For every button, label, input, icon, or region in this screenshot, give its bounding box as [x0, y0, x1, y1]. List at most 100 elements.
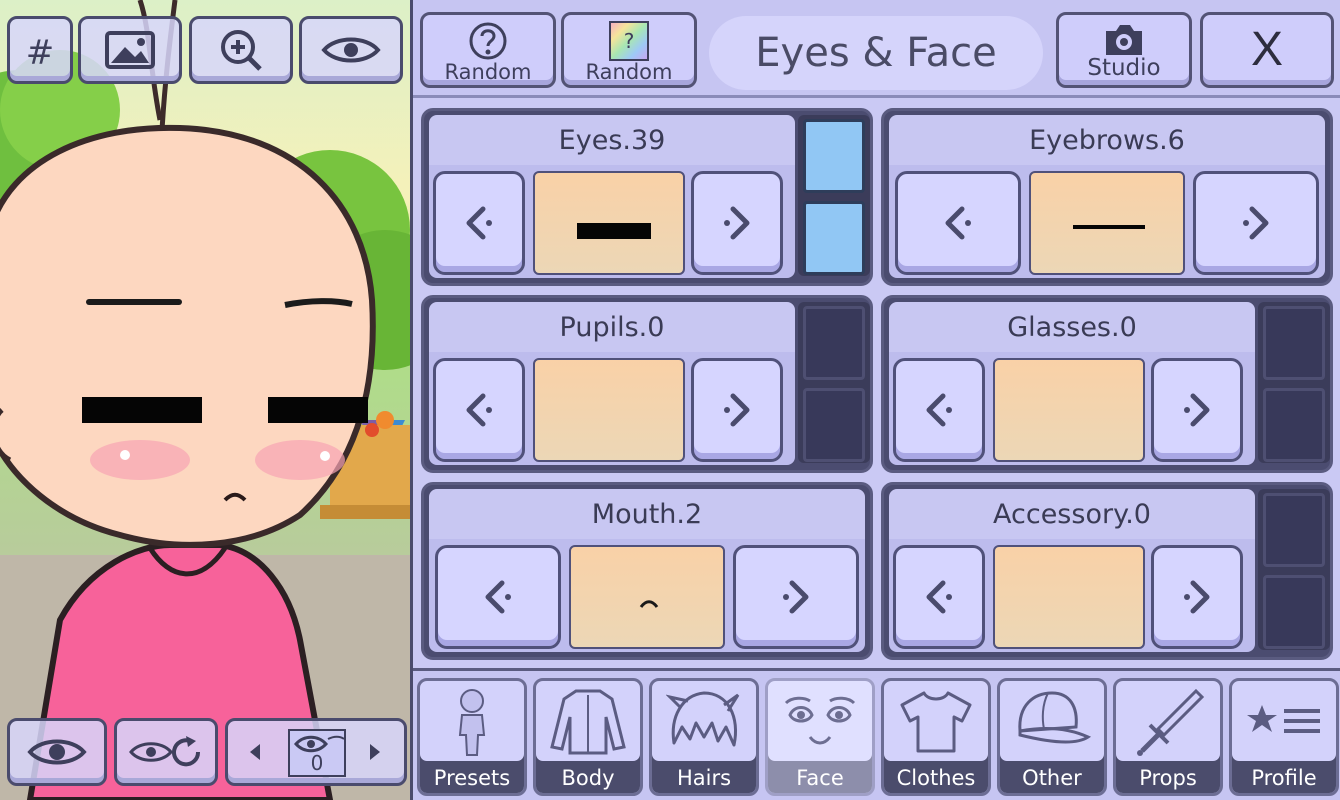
eyebrows-title: Eyebrows.6: [889, 115, 1325, 165]
mouth-preview-shape: [639, 600, 659, 608]
accessory-prev-button[interactable]: [893, 545, 985, 649]
chevron-left-icon: [926, 393, 952, 427]
background-button[interactable]: [78, 16, 182, 84]
chevron-right-icon: [724, 393, 750, 427]
zoom-button[interactable]: [189, 16, 293, 84]
mouth-prev-button[interactable]: [435, 545, 561, 649]
glasses-prev-button[interactable]: [893, 358, 985, 462]
question-icon: [469, 22, 507, 60]
mouth-next-button[interactable]: [733, 545, 859, 649]
character-figure: [0, 0, 376, 800]
tab-other[interactable]: Other: [997, 678, 1107, 796]
close-icon: X: [1250, 23, 1283, 76]
random-color-label: Random: [585, 60, 673, 84]
eyebrows-card: Eyebrows.6: [881, 108, 1333, 286]
star-list-icon: [1247, 705, 1320, 733]
accessory-color-1[interactable]: [1263, 493, 1325, 567]
pupils-card: Pupils.0: [421, 295, 873, 473]
eyebrows-preview[interactable]: [1029, 171, 1185, 275]
cap-icon: [1018, 691, 1092, 744]
accessory-color-2[interactable]: [1263, 575, 1325, 649]
tab-clothes[interactable]: Clothes: [881, 678, 991, 796]
studio-button[interactable]: Studio: [1056, 12, 1192, 88]
chevron-left-icon: [466, 393, 492, 427]
chevron-right-icon: [1184, 580, 1210, 614]
prev-pose-icon[interactable]: [248, 742, 262, 762]
tshirt-icon: [900, 691, 972, 753]
pose-number: 0: [310, 751, 324, 775]
tab-hairs[interactable]: Hairs: [649, 678, 759, 796]
random-button[interactable]: Random: [420, 12, 556, 88]
eye-icon: [321, 37, 381, 63]
eyes-title: Eyes.39: [429, 115, 795, 165]
tab-presets[interactable]: Presets: [417, 678, 527, 796]
mouth-title: Mouth.2: [429, 489, 865, 539]
eye-icon: [27, 739, 87, 765]
glasses-card: Glasses.0: [881, 295, 1333, 473]
visibility-button[interactable]: [299, 16, 403, 84]
mouth-preview[interactable]: [569, 545, 725, 649]
eyes-next-button[interactable]: [691, 171, 783, 275]
random-color-button[interactable]: ? Random: [561, 12, 697, 88]
pose-preview: 0: [288, 729, 346, 777]
close-button[interactable]: X: [1200, 12, 1334, 88]
image-icon: [105, 31, 155, 69]
hair-icon: [666, 691, 740, 747]
rainbow-swatch-icon: ?: [609, 21, 649, 61]
tab-props[interactable]: Props: [1113, 678, 1223, 796]
accessory-next-button[interactable]: [1151, 545, 1243, 649]
eye-toggle-button[interactable]: [7, 718, 107, 786]
next-pose-icon[interactable]: [368, 742, 382, 762]
chevron-left-icon: [485, 580, 511, 614]
pupils-next-button[interactable]: [691, 358, 783, 462]
eyebrows-next-button[interactable]: [1193, 171, 1319, 275]
face-icon: [784, 696, 856, 745]
eye-refresh-icon: [129, 736, 201, 767]
eyes-card: Eyes.39: [421, 108, 873, 286]
glasses-color-slots: [1258, 302, 1330, 463]
pupils-prev-button[interactable]: [433, 358, 525, 462]
chevron-right-icon: [724, 206, 750, 240]
chevron-right-icon: [783, 580, 809, 614]
glasses-preview[interactable]: [993, 358, 1145, 462]
glasses-color-2[interactable]: [1263, 388, 1325, 462]
reset-eye-button[interactable]: [114, 718, 218, 786]
random-label: Random: [444, 60, 532, 84]
eyes-prev-button[interactable]: [433, 171, 525, 275]
chevron-left-icon: [466, 206, 492, 240]
person-icon: [458, 689, 486, 756]
pose-selector[interactable]: 0: [225, 718, 407, 786]
eyebrows-prev-button[interactable]: [895, 171, 1021, 275]
zoom-in-icon: [221, 30, 262, 71]
eyes-preview[interactable]: [533, 171, 685, 275]
studio-label: Studio: [1087, 55, 1161, 81]
chevron-right-icon: [1184, 393, 1210, 427]
accessory-preview[interactable]: [993, 545, 1145, 649]
tab-profile[interactable]: Profile: [1229, 678, 1339, 796]
glasses-color-1[interactable]: [1263, 306, 1325, 380]
accessory-card: Accessory.0: [881, 482, 1333, 660]
jacket-icon: [550, 689, 626, 755]
editor-panel: Random ? Random Eyes & Face Studio X Eye…: [410, 0, 1340, 800]
pupils-preview[interactable]: [533, 358, 685, 462]
glasses-title: Glasses.0: [889, 302, 1255, 352]
page-title: Eyes & Face: [709, 16, 1043, 90]
accessory-color-slots: [1258, 489, 1330, 650]
pupil-color-left[interactable]: [803, 306, 865, 380]
grid-toggle-button[interactable]: #: [7, 16, 73, 84]
sword-icon: [1137, 688, 1205, 756]
pupil-color-right[interactable]: [803, 388, 865, 462]
eyes-preview-shape: [577, 223, 651, 239]
chevron-right-icon: [1243, 206, 1269, 240]
tab-body[interactable]: Body: [533, 678, 643, 796]
eyes-color-slots: [798, 115, 870, 276]
glasses-next-button[interactable]: [1151, 358, 1243, 462]
pupils-color-slots: [798, 302, 870, 463]
accessory-title: Accessory.0: [889, 489, 1255, 539]
character-scene: # 0: [0, 0, 410, 800]
pupils-title: Pupils.0: [429, 302, 795, 352]
eye-color-left[interactable]: [803, 119, 865, 193]
eyebrows-preview-shape: [1073, 225, 1145, 229]
eye-color-right[interactable]: [803, 201, 865, 275]
tab-face[interactable]: Face: [765, 678, 875, 796]
